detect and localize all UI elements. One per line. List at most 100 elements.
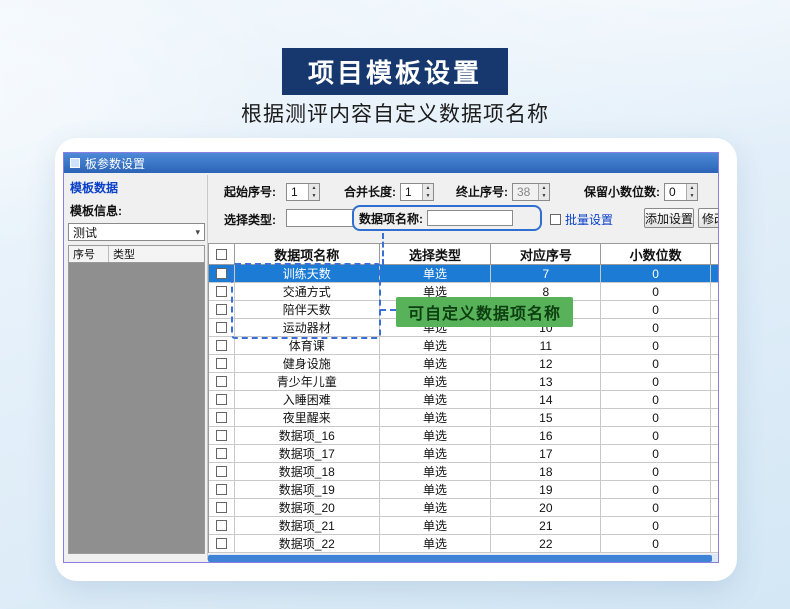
row-checkbox[interactable] <box>216 448 227 459</box>
scrollbar-thumb[interactable] <box>208 555 712 562</box>
row-checkbox[interactable] <box>216 538 227 549</box>
row-extra-cell <box>711 409 719 427</box>
row-extra-cell <box>711 481 719 499</box>
header-dec[interactable]: 小数位数 <box>601 244 711 265</box>
row-checkbox-cell[interactable] <box>209 517 235 535</box>
row-dec-cell: 0 <box>601 265 711 283</box>
batch-setting[interactable]: 批量设置 <box>550 211 613 228</box>
window-title: 板参数设置 <box>85 155 145 172</box>
row-checkbox-cell[interactable] <box>209 391 235 409</box>
end-seq-value: 38 <box>513 184 538 200</box>
row-extra-cell <box>711 373 719 391</box>
template-select[interactable]: 测试 ▾ <box>68 223 205 241</box>
header-type[interactable]: 选择类型 <box>380 244 492 265</box>
row-checkbox[interactable] <box>216 286 227 297</box>
row-type-cell: 单选 <box>380 373 492 391</box>
add-setting-button[interactable]: 添加设置 <box>644 208 694 228</box>
row-checkbox[interactable] <box>216 304 227 315</box>
row-checkbox[interactable] <box>216 268 227 279</box>
spinner-arrows-icon[interactable]: ▲▼ <box>686 184 697 200</box>
table-row[interactable]: 数据项_22单选220 <box>208 535 719 553</box>
row-type-cell: 单选 <box>380 517 492 535</box>
table-row[interactable]: 数据项_20单选200 <box>208 499 719 517</box>
row-checkbox[interactable] <box>216 466 227 477</box>
row-dec-cell: 0 <box>601 481 711 499</box>
table-row[interactable]: 青少年儿童单选130 <box>208 373 719 391</box>
row-checkbox-cell[interactable] <box>209 499 235 517</box>
row-checkbox-cell[interactable] <box>209 283 235 301</box>
item-name-input[interactable] <box>427 210 513 226</box>
header-checkbox-cell[interactable] <box>209 244 235 265</box>
row-checkbox-cell[interactable] <box>209 481 235 499</box>
horizontal-scrollbar[interactable] <box>208 554 719 563</box>
row-name-cell: 青少年儿童 <box>235 373 380 391</box>
row-checkbox-cell[interactable] <box>209 355 235 373</box>
header-seq[interactable]: 对应序号 <box>491 244 601 265</box>
header-extra <box>711 244 719 265</box>
row-name-cell: 训练天数 <box>235 265 380 283</box>
left-col-seq: 序号 <box>69 246 109 262</box>
data-table: 数据项名称 选择类型 对应序号 小数位数 训练天数单选70交通方式单选80陪伴天… <box>208 243 719 553</box>
template-settings-window: 板参数设置 模板数据 模板信息: 测试 ▾ 序号 类型 起始序号: 1 ▲▼ 合… <box>63 152 719 563</box>
select-all-checkbox[interactable] <box>216 249 227 260</box>
row-seq-cell: 17 <box>491 445 601 463</box>
row-checkbox[interactable] <box>216 394 227 405</box>
decimals-label: 保留小数位数: <box>584 183 660 201</box>
table-row[interactable]: 体育课单选110 <box>208 337 719 355</box>
merge-len-label: 合并长度: <box>344 183 396 201</box>
row-checkbox-cell[interactable] <box>209 301 235 319</box>
table-row[interactable]: 数据项_17单选170 <box>208 445 719 463</box>
row-checkbox[interactable] <box>216 520 227 531</box>
row-checkbox-cell[interactable] <box>209 535 235 553</box>
table-row[interactable]: 训练天数单选70 <box>208 265 719 283</box>
window-titlebar[interactable]: 板参数设置 <box>64 153 718 173</box>
row-checkbox[interactable] <box>216 322 227 333</box>
row-checkbox-cell[interactable] <box>209 427 235 445</box>
row-type-cell: 单选 <box>380 499 492 517</box>
table-row[interactable]: 健身设施单选120 <box>208 355 719 373</box>
start-seq-spinner[interactable]: 1 ▲▼ <box>286 183 320 201</box>
row-dec-cell: 0 <box>601 445 711 463</box>
row-checkbox[interactable] <box>216 430 227 441</box>
row-checkbox-cell[interactable] <box>209 373 235 391</box>
spinner-arrows-icon[interactable]: ▲▼ <box>422 184 433 200</box>
modify-setting-button[interactable]: 修改设置 <box>698 208 719 228</box>
table-row[interactable]: 数据项_19单选190 <box>208 481 719 499</box>
row-extra-cell <box>711 283 719 301</box>
window-icon <box>70 158 80 168</box>
row-type-cell: 单选 <box>380 265 492 283</box>
table-row[interactable]: 入睡困难单选140 <box>208 391 719 409</box>
spinner-arrows-icon[interactable]: ▲▼ <box>308 184 319 200</box>
header-name[interactable]: 数据项名称 <box>235 244 380 265</box>
row-checkbox-cell[interactable] <box>209 463 235 481</box>
row-checkbox[interactable] <box>216 376 227 387</box>
row-checkbox[interactable] <box>216 484 227 495</box>
batch-label: 批量设置 <box>565 211 613 228</box>
table-row[interactable]: 数据项_21单选210 <box>208 517 719 535</box>
tab-template-data[interactable]: 模板数据 <box>68 177 205 200</box>
batch-checkbox[interactable] <box>550 214 561 225</box>
row-checkbox-cell[interactable] <box>209 445 235 463</box>
row-dec-cell: 0 <box>601 337 711 355</box>
table-row[interactable]: 数据项_18单选180 <box>208 463 719 481</box>
row-checkbox-cell[interactable] <box>209 409 235 427</box>
table-row[interactable]: 数据项_16单选160 <box>208 427 719 445</box>
row-checkbox[interactable] <box>216 340 227 351</box>
row-seq-cell: 19 <box>491 481 601 499</box>
left-list-empty[interactable] <box>68 262 205 554</box>
row-checkbox[interactable] <box>216 358 227 369</box>
decimals-spinner[interactable]: 0 ▲▼ <box>664 183 698 201</box>
row-checkbox[interactable] <box>216 502 227 513</box>
row-seq-cell: 7 <box>491 265 601 283</box>
merge-len-spinner[interactable]: 1 ▲▼ <box>400 183 434 201</box>
row-checkbox-cell[interactable] <box>209 265 235 283</box>
row-checkbox-cell[interactable] <box>209 319 235 337</box>
row-checkbox[interactable] <box>216 412 227 423</box>
table-row[interactable]: 夜里醒来单选150 <box>208 409 719 427</box>
row-extra-cell <box>711 319 719 337</box>
row-checkbox-cell[interactable] <box>209 337 235 355</box>
merge-len-value: 1 <box>401 184 422 200</box>
row-seq-cell: 11 <box>491 337 601 355</box>
row-seq-cell: 20 <box>491 499 601 517</box>
row-dec-cell: 0 <box>601 499 711 517</box>
